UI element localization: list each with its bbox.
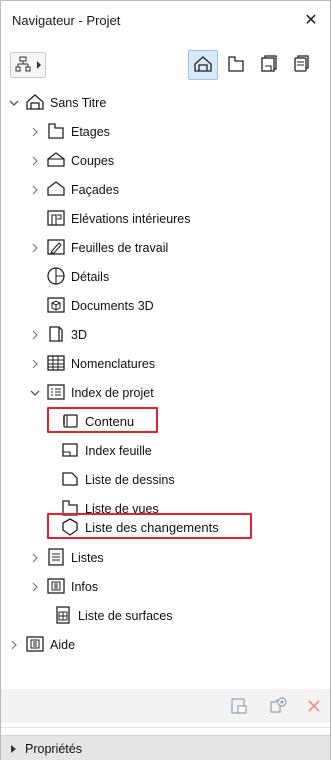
map-dropdown-button[interactable] <box>10 52 46 78</box>
tree-root-sans-titre[interactable]: Sans Titre <box>1 89 330 117</box>
interior-elevation-icon <box>46 208 66 228</box>
change-list-icon <box>60 517 80 537</box>
layout-book-button[interactable] <box>254 50 284 80</box>
elevation-icon <box>46 179 66 199</box>
new-viewpoint-icon <box>230 697 248 718</box>
tree-label: Coupes <box>71 154 115 168</box>
tree-item-liste-de-dessins[interactable]: Liste de dessins <box>1 466 330 494</box>
detail-icon <box>46 266 66 286</box>
project-map-view-button[interactable] <box>188 50 218 80</box>
info-icon <box>46 576 66 596</box>
chevron-right-icon[interactable] <box>30 127 40 137</box>
tree-label: Aide <box>50 638 76 652</box>
tree-item-facades[interactable]: Façades <box>1 176 330 204</box>
chevron-right-icon[interactable] <box>30 330 40 340</box>
tree-item-listes[interactable]: Listes <box>1 544 330 572</box>
tree-label: Index feuille <box>85 444 152 458</box>
list-icon <box>46 547 66 567</box>
tree-item-details[interactable]: Détails <box>1 263 330 291</box>
publisher-icon <box>292 54 312 77</box>
chevron-right-icon[interactable] <box>11 745 16 753</box>
properties-label: Propriétés <box>25 742 82 756</box>
chevron-right-icon[interactable] <box>30 185 40 195</box>
footer-toolbar <box>1 689 330 723</box>
tree-label: Infos <box>71 580 99 594</box>
cube-3d-icon <box>46 324 66 344</box>
chevron-right-icon <box>37 61 41 69</box>
window-title: Navigateur - Projet <box>12 13 121 28</box>
chevron-right-icon[interactable] <box>30 582 40 592</box>
sitemap-icon <box>15 56 31 75</box>
title-bar: Navigateur - Projet ✕ <box>1 1 330 41</box>
drawing-list-icon <box>60 469 80 489</box>
tree-item-documents-3d[interactable]: Documents 3D <box>1 292 330 320</box>
tree-label: Nomenclatures <box>71 357 156 371</box>
tree-item-index-de-projet[interactable]: Index de projet <box>1 379 330 407</box>
project-index-icon <box>46 382 66 402</box>
section-icon <box>46 150 66 170</box>
tree-item-nomenclatures[interactable]: Nomenclatures <box>1 350 330 378</box>
tree-item-feuilles-de-travail[interactable]: Feuilles de travail <box>1 234 330 262</box>
stories-icon <box>46 121 66 141</box>
chevron-right-icon[interactable] <box>30 553 40 563</box>
tree-item-etages[interactable]: Etages <box>1 118 330 146</box>
tree-label: Listes <box>71 551 104 565</box>
tree-label: Feuilles de travail <box>71 241 169 255</box>
chevron-down-icon[interactable] <box>9 98 19 108</box>
chevron-right-icon[interactable] <box>30 243 40 253</box>
tree-item-contenu[interactable]: Contenu <box>1 408 330 436</box>
sheet-index-icon <box>60 440 80 460</box>
tree-item-liste-des-changements[interactable]: Liste des changements <box>1 514 330 542</box>
tree-label: Sans Titre <box>50 96 107 110</box>
tree-label: Détails <box>71 270 110 284</box>
tree-item-elevations-interieures[interactable]: Elévations intérieures <box>1 205 330 233</box>
tree-label: Liste des changements <box>85 520 219 535</box>
document-3d-icon <box>46 295 66 315</box>
chevron-right-icon[interactable] <box>30 359 40 369</box>
new-viewpoint-button[interactable] <box>230 697 248 718</box>
tree-item-aide[interactable]: Aide <box>1 631 330 659</box>
delete-button[interactable] <box>305 698 323 716</box>
tree-label: Index de projet <box>71 386 154 400</box>
tree-label: Contenu <box>85 414 135 429</box>
navigator-panel: Navigateur - Projet ✕ Sans Titre Etages … <box>0 0 331 760</box>
new-folder-button[interactable] <box>269 696 287 718</box>
book-icon <box>60 411 80 431</box>
tree-label: Etages <box>71 125 110 139</box>
tree-item-coupes[interactable]: Coupes <box>1 147 330 175</box>
schedule-icon <box>46 353 66 373</box>
tree-label: Façades <box>71 183 119 197</box>
layout-book-icon <box>259 54 279 77</box>
chevron-right-icon[interactable] <box>30 156 40 166</box>
floor-plan-icon <box>226 54 246 77</box>
tree-label: Elévations intérieures <box>71 212 191 226</box>
new-folder-icon <box>269 696 287 718</box>
tree-item-index-feuille[interactable]: Index feuille <box>1 437 330 465</box>
chevron-down-icon[interactable] <box>30 388 40 398</box>
navigator-toolbar <box>1 46 330 82</box>
publisher-sets-button[interactable] <box>287 50 317 80</box>
divider <box>1 727 330 728</box>
house-icon <box>25 92 45 112</box>
delete-icon <box>306 698 322 717</box>
close-button[interactable]: ✕ <box>300 9 322 31</box>
house-icon <box>193 54 213 77</box>
worksheet-icon <box>46 237 66 257</box>
surface-list-icon <box>53 605 73 625</box>
properties-bar[interactable]: Propriétés <box>1 735 330 760</box>
tree-label: Liste de surfaces <box>78 609 173 623</box>
chevron-right-icon[interactable] <box>9 640 19 650</box>
tree-item-liste-de-surfaces[interactable]: Liste de surfaces <box>1 602 330 630</box>
tree-label: 3D <box>71 328 87 342</box>
tree-item-3d[interactable]: 3D <box>1 321 330 349</box>
help-icon <box>25 634 45 654</box>
tree-item-infos[interactable]: Infos <box>1 573 330 601</box>
tree-label: Documents 3D <box>71 299 154 313</box>
view-map-button[interactable] <box>221 50 251 80</box>
tree-label: Liste de dessins <box>85 473 175 487</box>
